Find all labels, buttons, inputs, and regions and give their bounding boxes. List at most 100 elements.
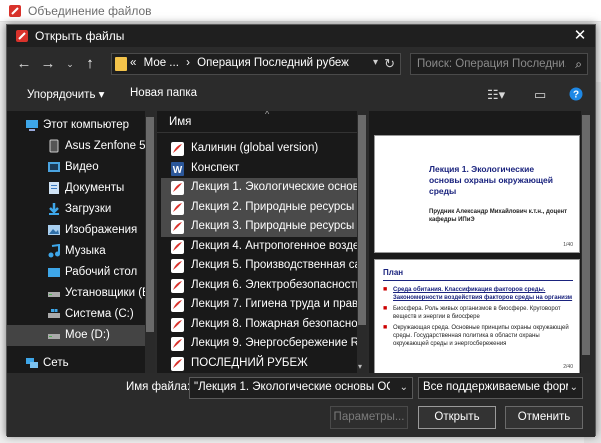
pdf-file-icon xyxy=(171,356,184,371)
file-row[interactable]: Калинин (global version) xyxy=(161,139,357,159)
navigation-pane[interactable]: Этот компьютер Asus Zenfone 5z Видео Док… xyxy=(7,111,155,373)
nav-item-moe-drive[interactable]: Мое (D:) xyxy=(7,325,145,346)
column-header-name[interactable]: ^ Имя xyxy=(157,111,357,133)
filename-value[interactable]: "Лекция 1. Экологические основы ООС R xyxy=(194,381,390,393)
file-row[interactable]: Лекция 9. Энергосбережение RU xyxy=(161,334,357,354)
file-row[interactable]: Лекция 4. Антропогенное воздействие xyxy=(161,237,357,257)
file-name: Лекция 1. Экологические основы ООС xyxy=(191,181,357,193)
nav-item-system-drive[interactable]: Система (C:) xyxy=(7,304,145,325)
app-logo-icon xyxy=(15,29,29,46)
pdf-file-icon xyxy=(171,317,184,332)
cancel-button[interactable]: Отменить xyxy=(505,406,583,429)
computer-icon xyxy=(25,118,39,132)
file-row[interactable]: Лекция 7. Гигиена труда и правовые xyxy=(161,295,357,315)
file-row[interactable]: Лекция 5. Производственная санитария xyxy=(161,256,357,276)
music-folder-icon xyxy=(47,243,61,258)
search-input[interactable] xyxy=(411,54,566,74)
nav-item-this-pc[interactable]: Этот компьютер xyxy=(7,115,145,136)
file-row[interactable]: Лекция 3. Природные ресурсы и их xyxy=(161,217,357,237)
parameters-button[interactable]: Параметры... xyxy=(330,406,408,429)
slide-author: Прудник Александр Михайлович к.т.н., доц… xyxy=(429,209,568,223)
file-name: ПОСЛЕДНИЙ РУБЕЖ xyxy=(191,356,308,369)
filetype-value[interactable]: Все поддерживаемые формат xyxy=(423,381,568,393)
slide-title: Лекция 1. Экологические основы охраны ок… xyxy=(429,164,553,196)
new-folder-button[interactable]: Новая папка xyxy=(130,87,197,99)
recent-locations-chevron-icon[interactable]: ⌄ xyxy=(61,54,79,74)
file-list-scrollbar[interactable]: ▾ xyxy=(357,111,367,373)
preview-scrollbar-thumb[interactable] xyxy=(582,115,590,355)
up-arrow-icon[interactable]: ↑ xyxy=(81,54,99,74)
help-icon[interactable]: ? xyxy=(569,87,583,104)
nav-item-documents[interactable]: Документы xyxy=(7,178,145,199)
refresh-icon[interactable]: ↻ xyxy=(384,56,395,72)
nav-item-installers-drive[interactable]: Установщики (E xyxy=(7,283,145,304)
filename-label: Имя файла: xyxy=(126,381,191,393)
nav-scrollbar-thumb[interactable] xyxy=(146,117,154,332)
pdf-file-icon xyxy=(171,337,184,351)
drive-icon xyxy=(47,328,61,342)
parent-window-titlebar: Объединение файлов xyxy=(0,0,601,22)
svg-text:?: ? xyxy=(573,90,579,101)
file-row[interactable]: Лекция 8. Пожарная безопасность xyxy=(161,315,357,335)
search-icon[interactable]: ⌕ xyxy=(575,57,582,72)
file-row[interactable]: Лекция 1. Экологические основы ООС xyxy=(161,178,357,198)
dialog-title: Открыть файлы xyxy=(35,29,125,43)
file-row[interactable]: ПОСЛЕДНИЙ РУБЕЖ xyxy=(161,354,357,374)
chevron-down-icon[interactable]: ⌄ xyxy=(570,382,578,393)
nav-item-downloads[interactable]: Загрузки xyxy=(7,199,145,220)
pdf-file-icon xyxy=(171,220,184,234)
breadcrumb-item-current-folder[interactable]: Операция Последний рубеж xyxy=(197,57,349,69)
toolbar: Упорядочить ▾ Новая папка ☷▾ ▭ ? xyxy=(7,81,595,109)
address-bar[interactable]: « Мое ... › Операция Последний рубеж ▾ ↻ xyxy=(111,53,401,75)
nav-item-network[interactable]: Сеть xyxy=(7,353,145,373)
pdf-file-icon xyxy=(171,142,184,156)
chevron-down-icon[interactable]: ⌄ xyxy=(400,382,408,393)
dialog-titlebar: Открыть файлы ✕ xyxy=(7,25,595,47)
slide-page-number: 1/40 xyxy=(563,242,573,248)
file-name: Лекция 9. Энергосбережение RU xyxy=(191,337,357,349)
filename-field[interactable]: "Лекция 1. Экологические основы ООС R ⌄ xyxy=(189,377,413,399)
view-options-icon[interactable]: ☷▾ xyxy=(487,87,505,103)
file-row[interactable]: Лекция 2. Природные ресурсы и охрана xyxy=(161,197,357,218)
breadcrumb-item-moe[interactable]: Мое ... xyxy=(144,57,179,69)
preview-pane: Лекция 1. Экологические основы охраны ок… xyxy=(369,111,591,373)
slide-bullet: ■ Биосфера. Роль живых организмов в биосф… xyxy=(383,305,561,320)
nav-item-music[interactable]: Музыка xyxy=(7,241,145,262)
back-arrow-icon[interactable]: ← xyxy=(15,54,33,74)
file-name: Калинин (global version) xyxy=(191,142,319,154)
forward-arrow-icon[interactable]: → xyxy=(39,54,57,74)
breadcrumb-overflow[interactable]: « xyxy=(130,57,136,69)
slide-page-number: 2/40 xyxy=(563,364,573,370)
nav-item-desktop[interactable]: Рабочий стол xyxy=(7,262,145,283)
file-list-scrollbar-thumb[interactable] xyxy=(358,115,366,325)
organize-button[interactable]: Упорядочить ▾ xyxy=(27,87,104,101)
nav-item-video[interactable]: Видео xyxy=(7,157,145,178)
slide-bullet: ■ Среда обитания. Классификация факторов … xyxy=(383,286,573,301)
search-box[interactable]: ⌕ xyxy=(410,53,588,75)
address-row: ← → ⌄ ↑ « Мое ... › Операция Последний р… xyxy=(7,51,595,77)
chevron-down-icon[interactable]: ▾ xyxy=(373,57,378,68)
nav-scrollbar[interactable] xyxy=(145,111,155,373)
network-icon xyxy=(25,356,39,370)
preview-pane-icon[interactable]: ▭ xyxy=(534,87,546,103)
open-button[interactable]: Открыть xyxy=(418,406,496,429)
desktop-folder-icon xyxy=(47,265,61,279)
nav-item-asus-zenfone[interactable]: Asus Zenfone 5z xyxy=(7,136,145,157)
close-icon[interactable]: ✕ xyxy=(571,27,589,45)
pdf-file-icon xyxy=(171,200,184,215)
downloads-folder-icon xyxy=(47,202,61,216)
file-row[interactable]: W Конспект xyxy=(161,159,357,179)
nav-item-pictures[interactable]: Изображения xyxy=(7,220,145,241)
file-list[interactable]: ^ Имя Калинин (global version) W Конспект Л… xyxy=(157,111,367,373)
preview-slide-2: План ■ Среда обитания. Классификация факт… xyxy=(374,259,580,373)
pdf-file-icon xyxy=(171,181,184,195)
documents-folder-icon xyxy=(47,181,61,195)
breadcrumb: « Мое ... › Операция Последний рубеж xyxy=(130,57,353,69)
pictures-folder-icon xyxy=(47,223,61,237)
filetype-select[interactable]: Все поддерживаемые формат ⌄ xyxy=(418,377,583,399)
pdf-file-icon xyxy=(171,278,184,293)
scroll-down-icon[interactable]: ▾ xyxy=(358,362,362,371)
preview-scrollbar[interactable] xyxy=(581,111,591,373)
open-files-dialog: Открыть файлы ✕ ← → ⌄ ↑ « Мое ... › Опер… xyxy=(6,24,596,437)
file-row[interactable]: Лекция 6. Электробезопасность RU xyxy=(161,276,357,296)
